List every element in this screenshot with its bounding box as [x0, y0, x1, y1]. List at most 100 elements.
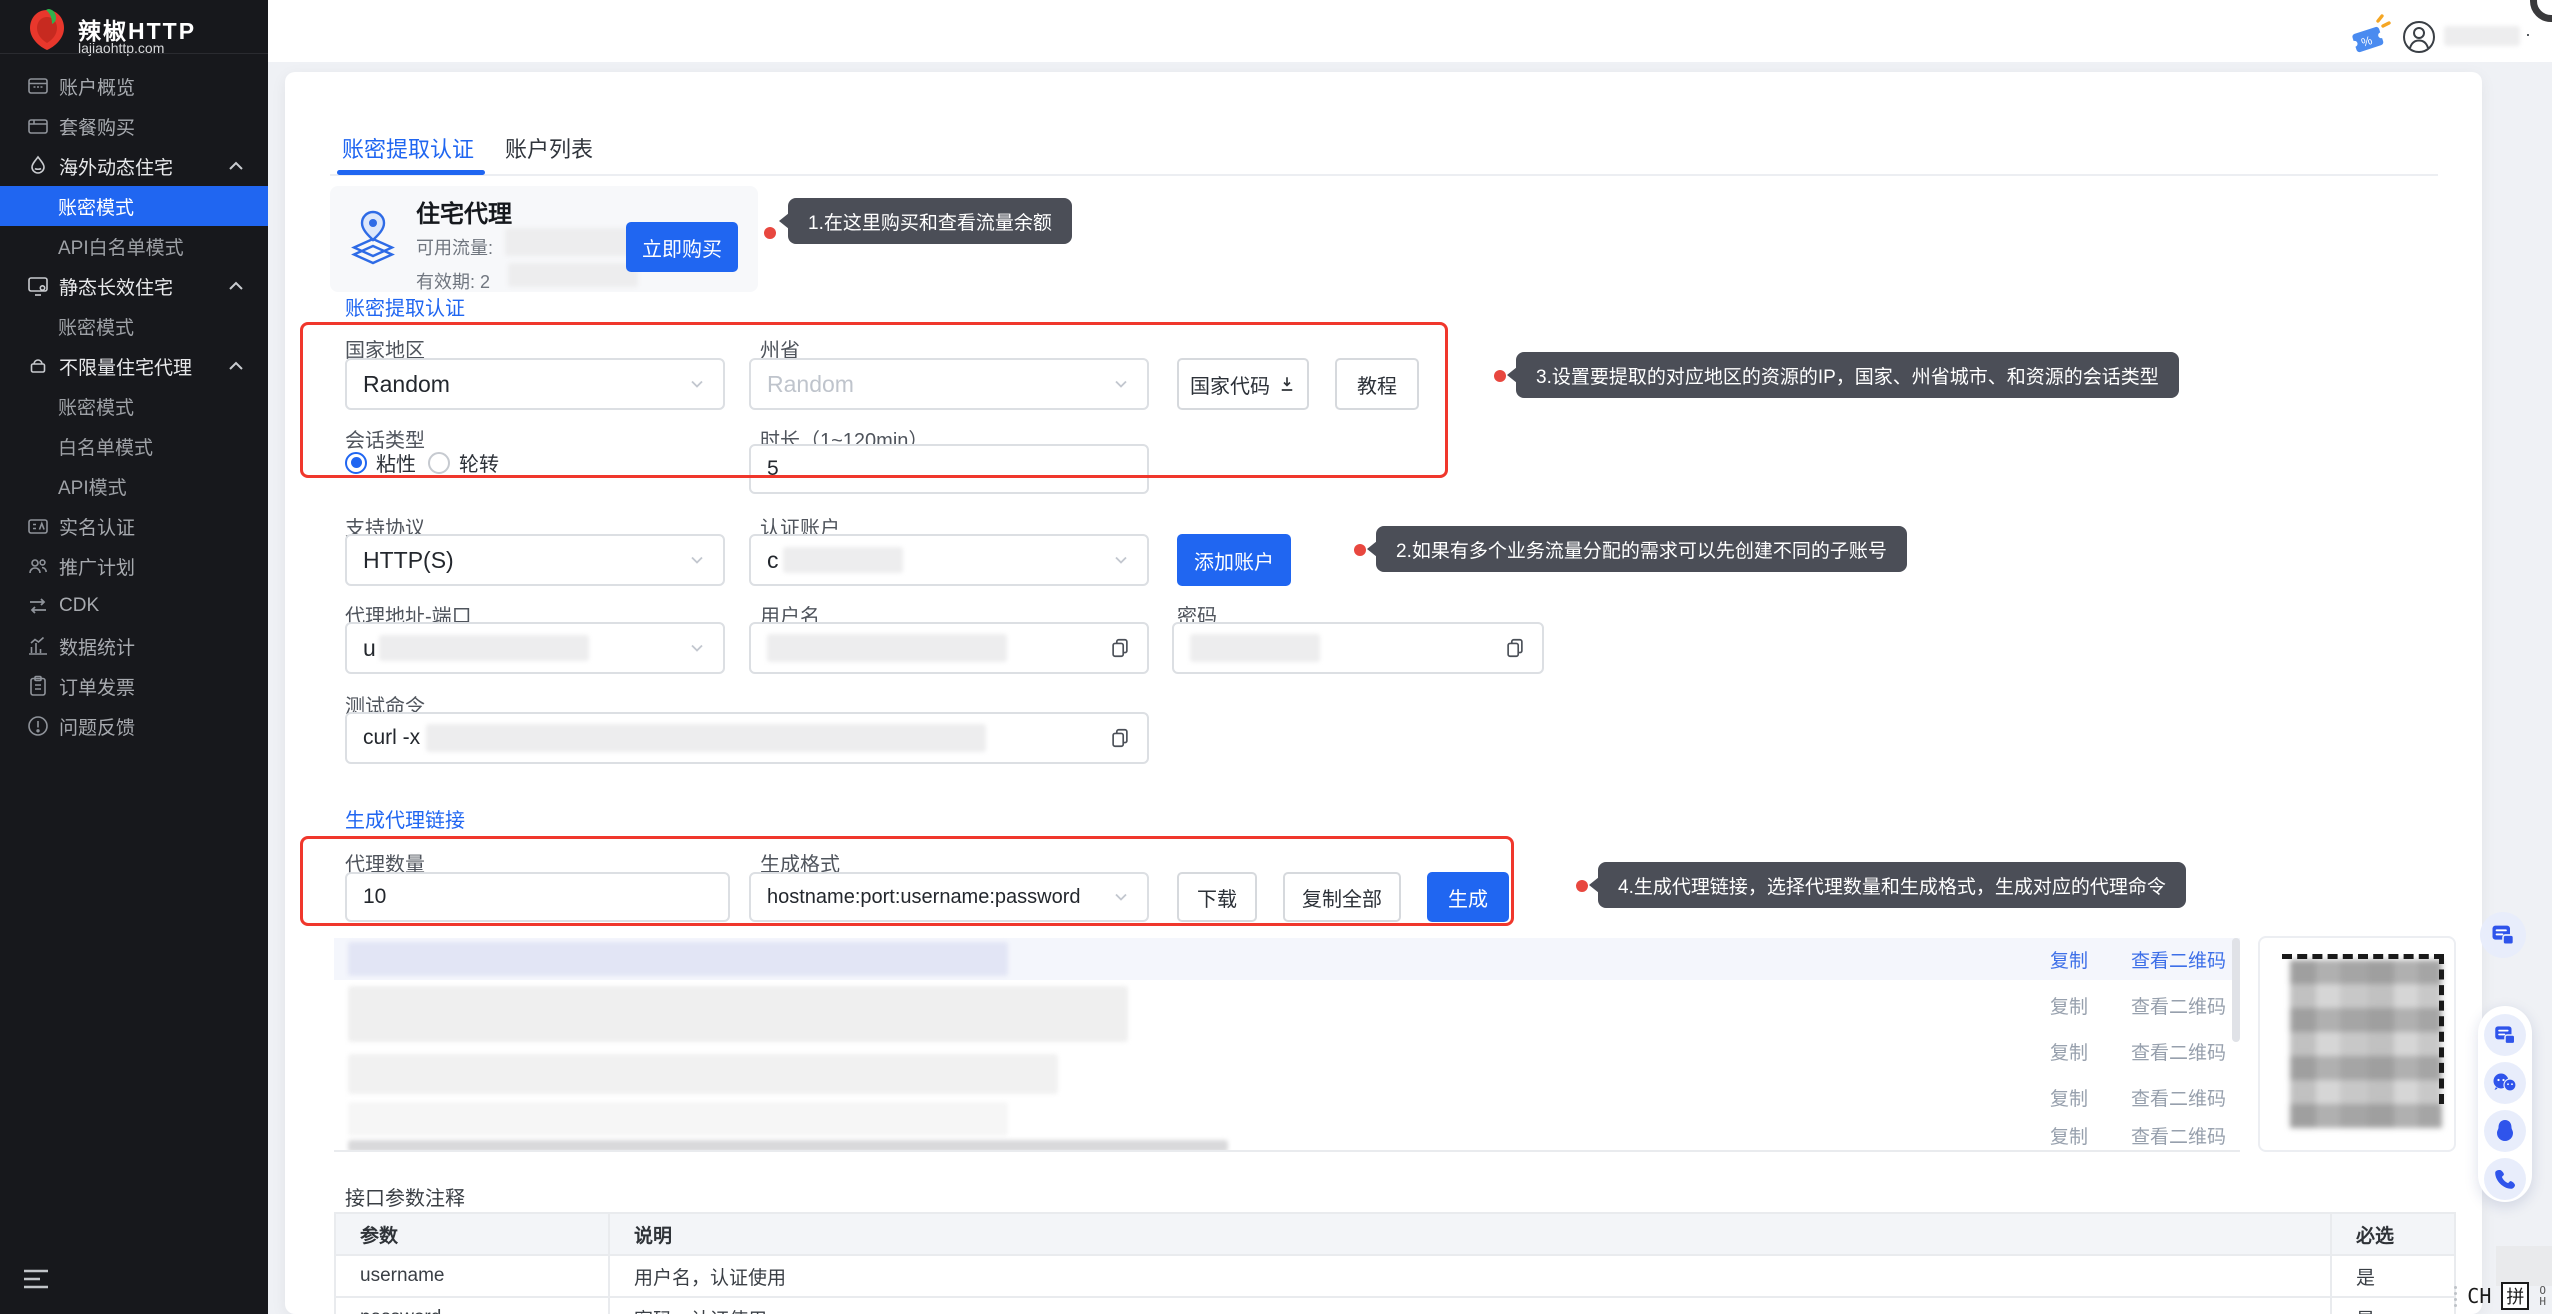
test-cmd-prefix: curl -x — [363, 726, 420, 750]
table-header-row: 参数 说明 必选 — [336, 1214, 2454, 1254]
view-qr-link[interactable]: 查看二维码 — [2131, 992, 2226, 1019]
chevron-down-icon — [687, 374, 707, 394]
sidebar: 辣椒HTTP lajiaohttp.com 账户概览 套餐购买 海外动态住宅 账… — [0, 0, 268, 1314]
test-cmd-input[interactable]: curl -x — [345, 712, 1149, 764]
proxy-card-title: 住宅代理 — [416, 194, 512, 229]
brand-logo-pepper-icon — [26, 7, 68, 51]
active-tab-underline — [337, 170, 485, 175]
sidebar-item-cdk[interactable]: CDK — [0, 586, 268, 626]
session-radio-sticky[interactable]: 粘性 — [345, 448, 416, 477]
copy-icon[interactable] — [1504, 637, 1526, 659]
avatar-icon[interactable] — [2402, 20, 2436, 54]
tooltip-1-dot — [764, 227, 776, 239]
username-input[interactable] — [749, 622, 1149, 674]
sidebar-item-label: 套餐购买 — [59, 113, 135, 140]
copy-link[interactable]: 复制 — [2050, 992, 2088, 1019]
copy-link[interactable]: 复制 — [2050, 1038, 2088, 1065]
section-generate-heading[interactable]: 生成代理链接 — [345, 804, 465, 833]
state-select[interactable]: Random — [749, 358, 1149, 410]
chat-float-button[interactable] — [2480, 912, 2526, 958]
ime-extra-glyphs: OH — [2539, 1285, 2546, 1307]
coupon-icon[interactable]: % — [2348, 14, 2392, 58]
sidebar-item-account-password-mode-3[interactable]: 账密模式 — [0, 386, 268, 426]
copy-icon[interactable] — [1109, 637, 1131, 659]
sidebar-item-label: 不限量住宅代理 — [59, 353, 192, 380]
copy-link[interactable]: 复制 — [2050, 946, 2088, 973]
sidebar-item-orders-invoices[interactable]: 订单发票 — [0, 666, 268, 706]
sidebar-item-label: 数据统计 — [59, 633, 135, 660]
auth-account-select[interactable]: c — [749, 534, 1149, 586]
session-radio-rotate[interactable]: 轮转 — [428, 448, 499, 477]
proxy-addr-select[interactable]: u — [345, 622, 725, 674]
chevron-up-icon — [228, 281, 244, 291]
sidebar-item-referral-plan[interactable]: 推广计划 — [0, 546, 268, 586]
buy-now-button[interactable]: 立即购买 — [626, 222, 738, 272]
proxy-line-redacted — [348, 942, 1008, 976]
format-select[interactable]: hostname:port:username:password — [749, 872, 1149, 922]
ime-drag-handle[interactable] — [2454, 1286, 2457, 1307]
view-qr-link[interactable]: 查看二维码 — [2131, 1122, 2226, 1149]
country-code-button[interactable]: 国家代码 — [1177, 358, 1309, 410]
add-account-button[interactable]: 添加账户 — [1177, 534, 1291, 586]
copy-link[interactable]: 复制 — [2050, 1122, 2088, 1149]
sidebar-group-static-residential[interactable]: 静态长效住宅 — [0, 266, 268, 306]
wechat-button[interactable] — [2484, 1062, 2526, 1104]
password-input[interactable] — [1172, 622, 1544, 674]
id-card-icon — [26, 514, 50, 538]
sidebar-item-account-password-mode-2[interactable]: 账密模式 — [0, 306, 268, 346]
count-input[interactable]: 10 — [345, 872, 730, 922]
ime-indicator[interactable]: CH 拼 OH — [2454, 1282, 2546, 1310]
sidebar-item-plan-purchase[interactable]: 套餐购买 — [0, 106, 268, 146]
country-select[interactable]: Random — [345, 358, 725, 410]
tab-account-password-auth[interactable]: 账密提取认证 — [342, 132, 474, 164]
view-qr-link[interactable]: 查看二维码 — [2131, 1084, 2226, 1111]
section-auth-heading[interactable]: 账密提取认证 — [345, 292, 465, 321]
proxy-line-redacted — [348, 1102, 1008, 1136]
protocol-select[interactable]: HTTP(S) — [345, 534, 725, 586]
copy-all-button[interactable]: 复制全部 — [1283, 872, 1401, 922]
view-qr-link[interactable]: 查看二维码 — [2131, 946, 2226, 973]
sidebar-item-feedback[interactable]: 问题反馈 — [0, 706, 268, 746]
download-button[interactable]: 下载 — [1177, 872, 1257, 922]
list-scrollbar-thumb[interactable] — [2232, 938, 2240, 1042]
sidebar-item-whitelist-mode[interactable]: 白名单模式 — [0, 426, 268, 466]
collapse-menu-icon[interactable] — [22, 1268, 50, 1290]
generated-proxy-list: 复制 查看二维码 复制 查看二维码 复制 查看二维码 复制 查看二维码 复制 查… — [334, 936, 2240, 1152]
view-qr-link[interactable]: 查看二维码 — [2131, 1038, 2226, 1065]
format-value: hostname:port:username:password — [767, 886, 1081, 909]
copy-icon[interactable] — [1109, 727, 1131, 749]
test-cmd-redacted — [426, 724, 986, 752]
username-redacted — [2444, 26, 2520, 46]
dashboard-icon — [26, 74, 50, 98]
auth-account-prefix: c — [767, 547, 779, 574]
copy-link[interactable]: 复制 — [2050, 1084, 2088, 1111]
tab-account-list[interactable]: 账户列表 — [505, 132, 593, 164]
chevron-down-icon — [687, 638, 707, 658]
user-menu-caret[interactable]: · — [2525, 24, 2531, 45]
phone-button[interactable] — [2484, 1158, 2526, 1200]
swap-arrows-icon — [26, 594, 50, 618]
tooltip-4: 4.生成代理链接，选择代理数量和生成格式，生成对应的代理命令 — [1598, 862, 2186, 908]
duration-input[interactable]: 5 — [749, 444, 1149, 494]
chevron-down-icon — [1111, 550, 1131, 570]
duration-value: 5 — [767, 457, 779, 481]
proxy-line-redacted — [348, 986, 1128, 1042]
sidebar-item-real-name-auth[interactable]: 实名认证 — [0, 506, 268, 546]
sidebar-group-overseas-dynamic[interactable]: 海外动态住宅 — [0, 146, 268, 186]
sidebar-item-label: 订单发票 — [59, 673, 135, 700]
sidebar-group-unlimited-residential[interactable]: 不限量住宅代理 — [0, 346, 268, 386]
sidebar-item-api-whitelist-mode[interactable]: API白名单模式 — [0, 226, 268, 266]
params-table: 参数 说明 必选 username 用户名，认证使用 是 password 密码… — [334, 1212, 2456, 1314]
tooltip-3: 3.设置要提取的对应地区的资源的IP，国家、州省城市、和资源的会话类型 — [1516, 352, 2179, 398]
sidebar-item-statistics[interactable]: 数据统计 — [0, 626, 268, 666]
sidebar-item-account-overview[interactable]: 账户概览 — [0, 66, 268, 106]
sidebar-item-api-mode[interactable]: API模式 — [0, 466, 268, 506]
sidebar-item-label: 海外动态住宅 — [59, 153, 173, 180]
generate-button[interactable]: 生成 — [1427, 872, 1509, 922]
chevron-up-icon — [228, 161, 244, 171]
ime-mode-badge: 拼 — [2501, 1282, 2529, 1310]
sidebar-item-account-password-mode-active[interactable]: 账密模式 — [0, 186, 268, 226]
online-chat-button[interactable] — [2484, 1014, 2526, 1056]
tutorial-button[interactable]: 教程 — [1335, 358, 1419, 410]
qq-button[interactable] — [2484, 1110, 2526, 1152]
